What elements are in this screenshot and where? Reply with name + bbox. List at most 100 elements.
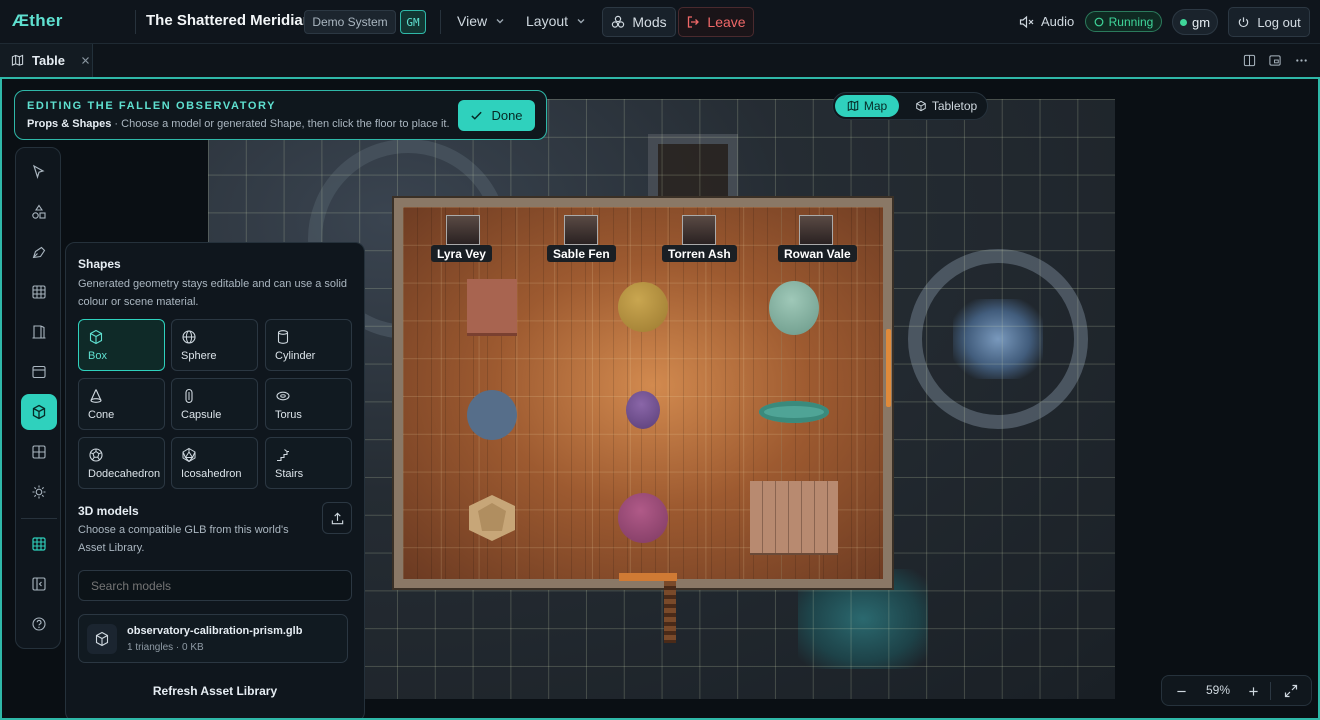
- tab-label: Table: [32, 53, 65, 68]
- dodecahedron-icon: [89, 448, 103, 462]
- shape-cylinder[interactable]: Cylinder: [265, 319, 352, 371]
- placed-dodecahedron[interactable]: [466, 493, 518, 543]
- tool-props[interactable]: [21, 394, 57, 430]
- upload-button[interactable]: [322, 502, 352, 534]
- tool-draw[interactable]: [21, 234, 57, 270]
- tool-select[interactable]: [21, 154, 57, 190]
- model-thumb: [87, 624, 117, 654]
- door-icon: [32, 325, 46, 339]
- shape-label: Cone: [88, 409, 115, 421]
- shape-label: Dodecahedron: [88, 468, 161, 480]
- shape-torus[interactable]: Torus: [265, 378, 352, 430]
- tool-grid[interactable]: [21, 274, 57, 310]
- shape-capsule[interactable]: Capsule: [171, 378, 258, 430]
- token-portrait[interactable]: [799, 215, 833, 245]
- editing-banner: EDITING THE FALLEN OBSERVATORY Props & S…: [14, 90, 547, 140]
- token-portrait[interactable]: [682, 215, 716, 245]
- box-icon: [32, 404, 46, 420]
- tool-layer[interactable]: [21, 354, 57, 390]
- layout-menu[interactable]: Layout: [526, 13, 586, 29]
- tool-tiles[interactable]: [21, 434, 57, 470]
- editing-title: EDITING THE FALLEN OBSERVATORY: [27, 100, 277, 112]
- map-stage[interactable]: Lyra Vey Sable Fen Torren Ash Rowan Vale…: [0, 79, 1320, 720]
- status-label: Running: [1108, 14, 1154, 29]
- placed-stairs[interactable]: [750, 481, 838, 553]
- south-door[interactable]: [619, 573, 677, 581]
- leave-button[interactable]: Leave: [678, 7, 754, 37]
- refresh-asset-library-button[interactable]: Refresh Asset Library: [78, 679, 352, 703]
- shape-cone[interactable]: Cone: [78, 378, 165, 430]
- tool-help[interactable]: [21, 606, 57, 642]
- search-models-input[interactable]: [78, 570, 352, 601]
- view-menu[interactable]: View: [457, 13, 505, 29]
- grid-icon: [32, 285, 46, 299]
- map-icon: [11, 54, 24, 66]
- tool-door[interactable]: [21, 314, 57, 350]
- panel-icon: [32, 577, 46, 591]
- placed-cone[interactable]: [467, 390, 517, 440]
- zoom-in-icon[interactable]: [1248, 686, 1259, 697]
- audio-label: Audio: [1041, 14, 1075, 29]
- mods-button[interactable]: Mods: [602, 7, 676, 37]
- tab-table[interactable]: Table: [0, 44, 93, 77]
- divider: [135, 10, 136, 34]
- logout-button[interactable]: Log out: [1228, 7, 1310, 37]
- tool-panel[interactable]: [21, 566, 57, 602]
- model-meta: 1 triangles · 0 KB: [127, 642, 204, 653]
- user-menu[interactable]: gm: [1172, 9, 1218, 35]
- editing-mode: Props & Shapes: [27, 118, 112, 130]
- top-bar: Æther The Shattered Meridian Demo System…: [0, 0, 1320, 44]
- placed-sphere[interactable]: [618, 282, 668, 332]
- view-menu-label: View: [457, 13, 488, 29]
- view-tabletop-label: Tabletop: [931, 99, 978, 113]
- app-logo[interactable]: Æther: [12, 11, 63, 31]
- placed-cylinder[interactable]: [769, 281, 819, 335]
- rail-divider: [21, 518, 57, 519]
- placed-capsule[interactable]: [626, 391, 660, 429]
- popout-icon[interactable]: [1268, 54, 1282, 67]
- shape-label: Cylinder: [275, 350, 316, 362]
- token-name: Lyra Vey: [431, 245, 492, 262]
- cylinder-icon: [277, 330, 289, 344]
- fullscreen-icon[interactable]: [1284, 684, 1298, 698]
- tool-shapes[interactable]: [21, 194, 57, 230]
- props-panel: Shapes Generated geometry stays editable…: [65, 242, 365, 718]
- more-icon[interactable]: [1295, 54, 1308, 67]
- tool-light[interactable]: [21, 474, 57, 510]
- placed-box[interactable]: [467, 279, 517, 333]
- south-ladder: [664, 581, 676, 643]
- chevron-down-icon: [496, 19, 504, 24]
- stairs-icon: [277, 449, 289, 462]
- shape-sphere[interactable]: Sphere: [171, 319, 258, 371]
- shape-stairs[interactable]: Stairs: [265, 437, 352, 489]
- select-icon: [32, 164, 45, 179]
- view-tabletop-button[interactable]: Tabletop: [907, 95, 985, 117]
- token-portrait[interactable]: [446, 215, 480, 245]
- zoom-divider: [1270, 682, 1271, 700]
- model-item[interactable]: observatory-calibration-prism.glb 1 tria…: [78, 614, 348, 663]
- tool-map-grid[interactable]: [21, 526, 57, 562]
- audio-toggle[interactable]: Audio: [1019, 14, 1074, 29]
- cube-icon: [95, 631, 109, 647]
- done-button[interactable]: Done: [458, 100, 535, 131]
- divider: [440, 10, 441, 34]
- split-view-icon[interactable]: [1243, 54, 1256, 67]
- cube-icon: [916, 100, 926, 112]
- shape-icosahedron[interactable]: Icosahedron: [171, 437, 258, 489]
- token-portrait[interactable]: [564, 215, 598, 245]
- shape-box[interactable]: Box: [78, 319, 165, 371]
- close-icon[interactable]: [81, 56, 90, 65]
- placed-icosahedron[interactable]: [618, 493, 668, 543]
- view-map-button[interactable]: Map: [835, 95, 899, 117]
- shape-dodecahedron[interactable]: Dodecahedron: [78, 437, 165, 489]
- logout-label: Log out: [1257, 14, 1301, 30]
- chevron-down-icon: [577, 19, 585, 24]
- zoom-out-icon[interactable]: [1176, 686, 1187, 697]
- placed-torus[interactable]: [759, 401, 829, 423]
- shape-label: Capsule: [181, 409, 222, 421]
- layer-icon: [32, 365, 46, 379]
- check-icon: [471, 111, 483, 120]
- system-badge: Demo System: [304, 10, 396, 34]
- east-door[interactable]: [886, 329, 891, 407]
- map-icon: [847, 100, 859, 112]
